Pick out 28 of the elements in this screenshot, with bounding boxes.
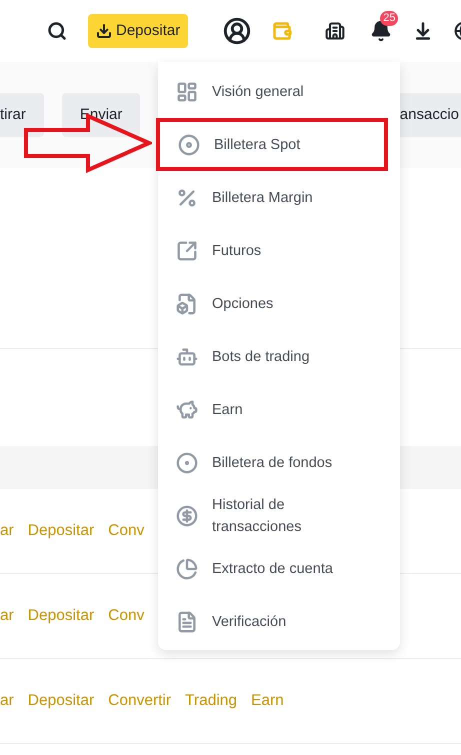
deposit-button[interactable]: Depositar: [88, 14, 188, 48]
menu-item[interactable]: Verificación: [158, 595, 400, 648]
menu-item[interactable]: Futuros: [158, 224, 400, 277]
disc-icon: [178, 134, 200, 156]
notification-count: 25: [380, 11, 398, 26]
menu-item[interactable]: Opciones: [158, 277, 400, 330]
percent-icon: [176, 186, 198, 208]
piggy-bank-icon: [176, 398, 198, 420]
user-icon[interactable]: [223, 17, 252, 45]
menu-item[interactable]: Billetera Margin: [158, 171, 400, 224]
download-icon: [96, 23, 112, 39]
square-arrow-icon: [176, 240, 198, 262]
dashboard-icon: [176, 80, 198, 102]
bell-icon[interactable]: [370, 20, 392, 42]
menu-item[interactable]: Earn: [158, 383, 400, 436]
menu-item[interactable]: Historial de transacciones: [158, 489, 400, 542]
menu-item[interactable]: Extracto de cuenta: [158, 542, 400, 595]
search-icon[interactable]: [47, 21, 67, 41]
menu-item[interactable]: Bots de trading: [158, 330, 400, 383]
action-tab[interactable]: tirar: [0, 93, 44, 137]
pie-chart-icon: [176, 558, 198, 580]
menu-item[interactable]: Billetera Spot: [156, 118, 388, 171]
document-box-icon: [176, 292, 198, 314]
menu-item[interactable]: Billetera de fondos: [158, 436, 400, 489]
building-icon[interactable]: [325, 21, 346, 41]
document-icon: [176, 610, 198, 632]
robot-icon: [176, 346, 198, 368]
circle-dot-icon: [176, 452, 198, 474]
